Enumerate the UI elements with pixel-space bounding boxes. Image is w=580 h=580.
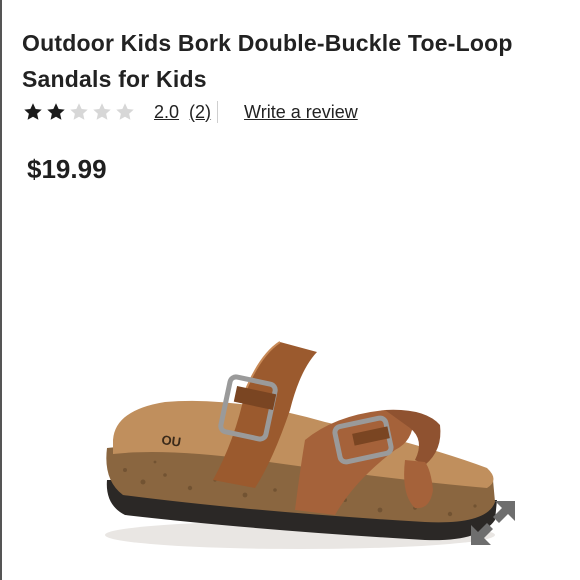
star-rating[interactable] bbox=[22, 101, 136, 123]
star-icon bbox=[47, 103, 65, 120]
product-price: $19.99 bbox=[27, 154, 107, 184]
page-edge-rule bbox=[0, 0, 2, 580]
star-icon bbox=[70, 103, 88, 120]
product-image[interactable]: OU bbox=[95, 330, 515, 560]
review-count-link[interactable]: (2) bbox=[189, 102, 211, 123]
product-title: Outdoor Kids Bork Double-Buckle Toe-Loop… bbox=[22, 30, 513, 93]
star-icon bbox=[24, 103, 42, 120]
expand-icon[interactable] bbox=[465, 495, 521, 551]
divider bbox=[217, 101, 219, 123]
rating-value-link[interactable]: 2.0 bbox=[154, 102, 179, 123]
star-icon bbox=[116, 103, 134, 120]
write-review-link[interactable]: Write a review bbox=[244, 102, 358, 123]
star-icon bbox=[93, 103, 111, 120]
sole-print: OU bbox=[161, 432, 182, 450]
rating-row: 2.0 (2) Write a review bbox=[22, 98, 358, 126]
